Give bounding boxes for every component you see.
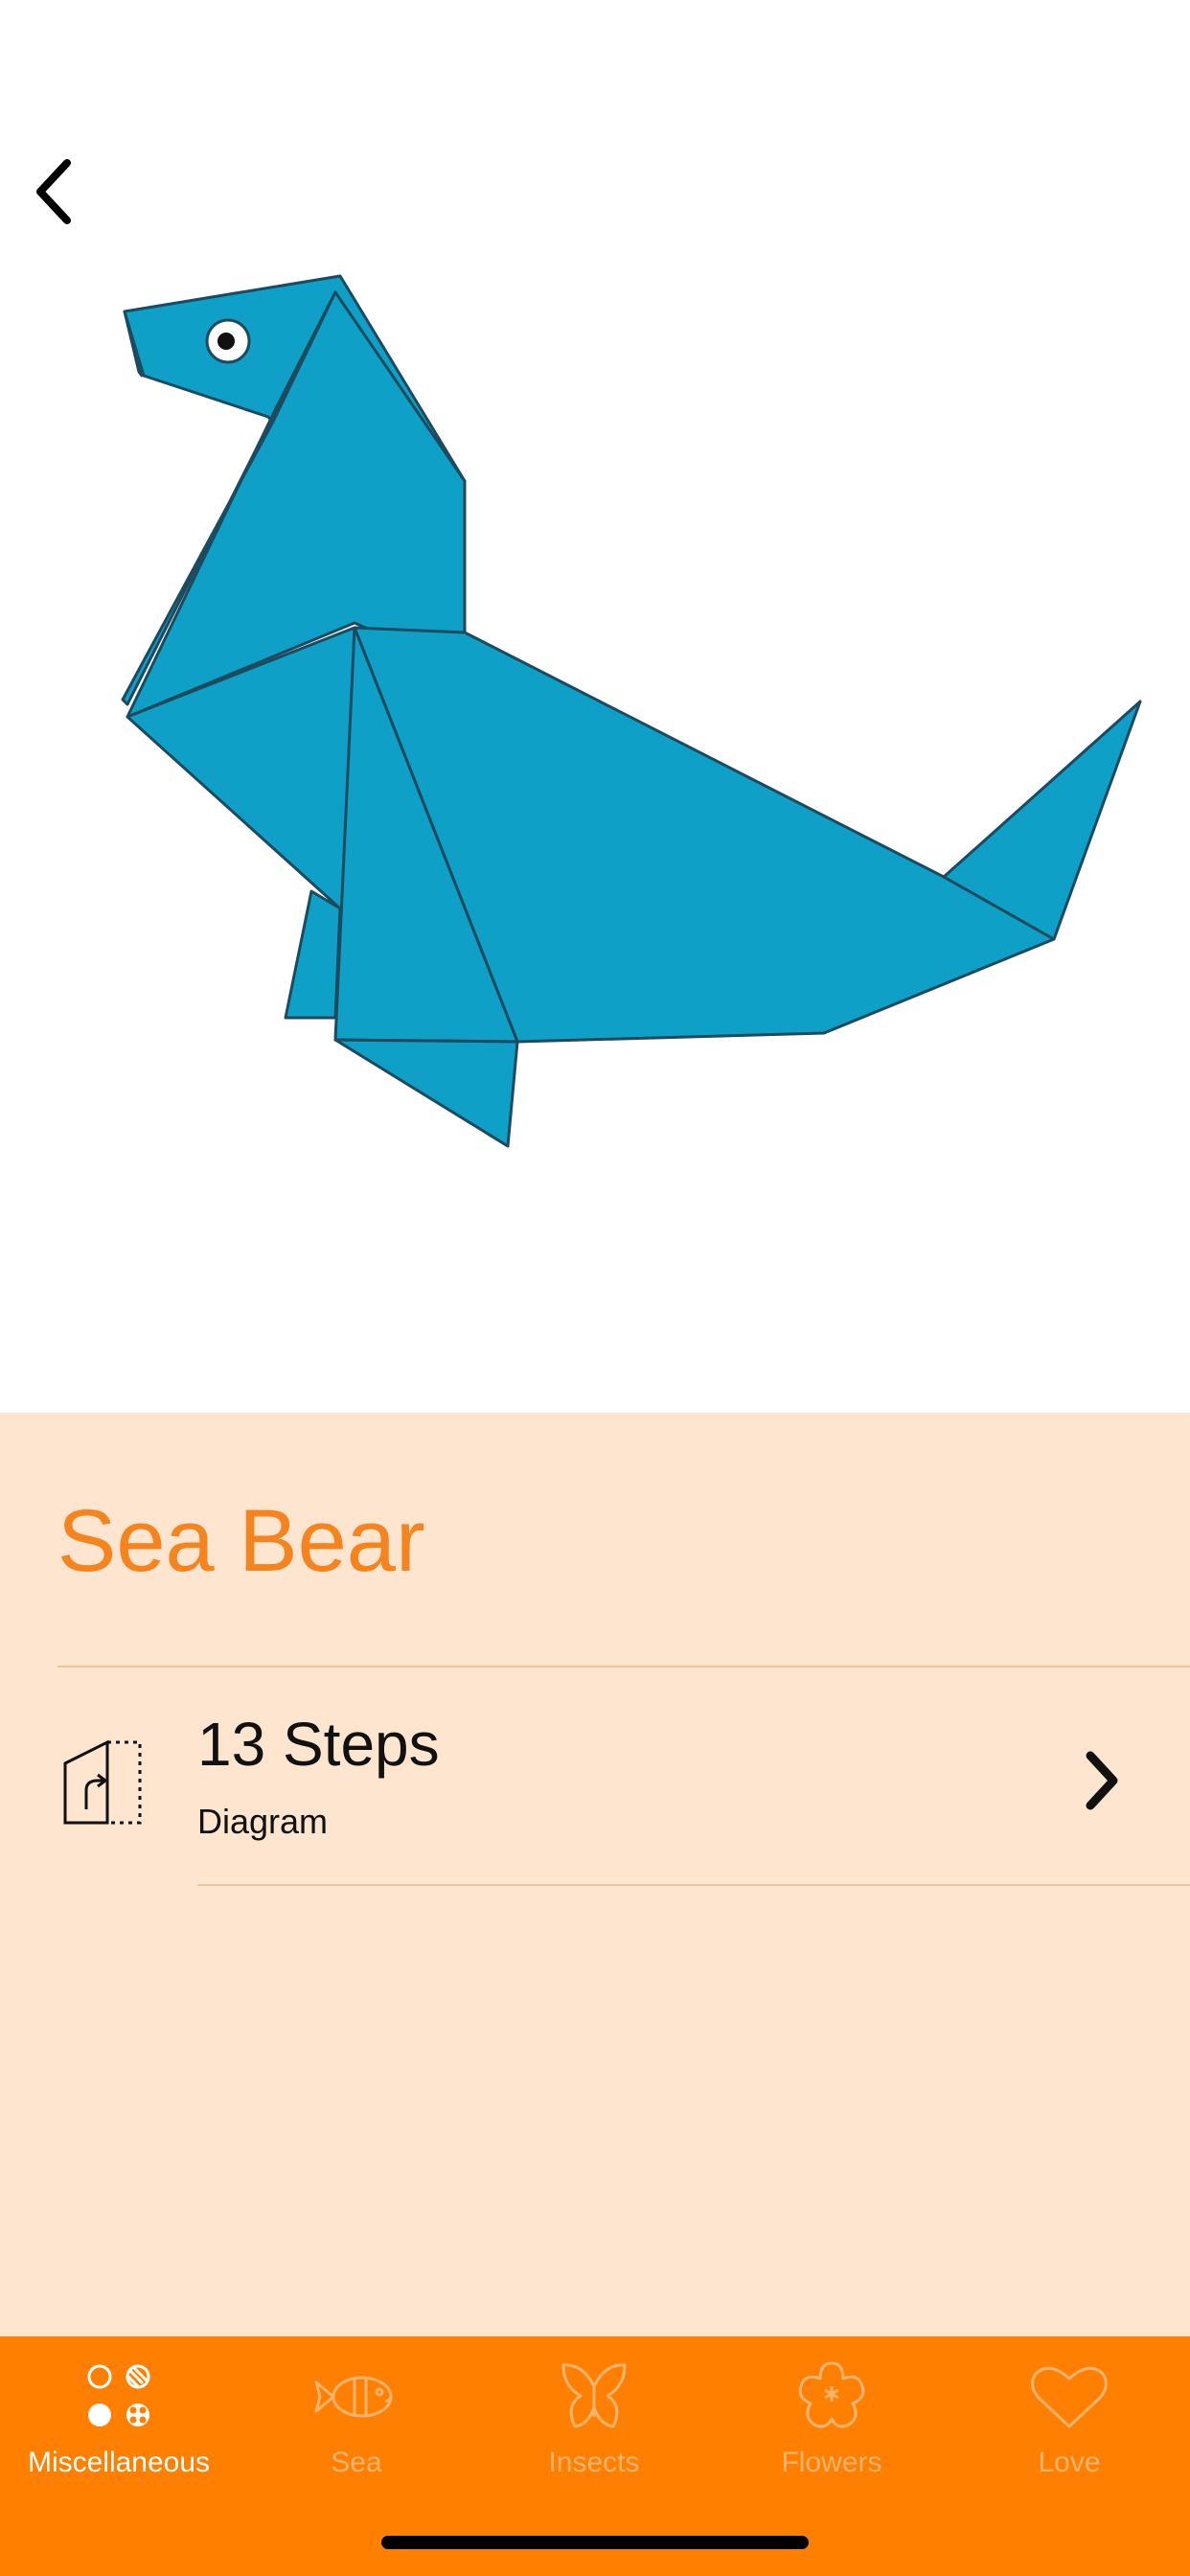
butterfly-icon (546, 2358, 642, 2436)
tab-insects[interactable]: Insects (475, 2336, 713, 2509)
chevron-right-icon (1077, 1742, 1127, 1819)
tab-label: Love (1038, 2447, 1101, 2478)
heart-icon (1021, 2358, 1117, 2436)
tab-miscellaneous[interactable]: Miscellaneous (0, 2336, 238, 2509)
tab-label: Sea (331, 2447, 382, 2478)
tab-love[interactable]: Love (950, 2336, 1188, 2509)
miscellaneous-icon (71, 2358, 167, 2436)
tab-sea[interactable]: Sea (238, 2336, 475, 2509)
back-button[interactable] (17, 144, 94, 240)
hero-area (0, 0, 1190, 1413)
tab-label: Flowers (781, 2447, 882, 2478)
chevron-left-icon (36, 159, 71, 224)
fold-diagram-icon (57, 1735, 146, 1830)
model-title: Sea Bear (57, 1492, 425, 1590)
tab-flowers[interactable]: Flowers (713, 2336, 950, 2509)
divider (197, 1884, 1190, 1886)
tab-label: Miscellaneous (27, 2447, 211, 2478)
diagram-steps-row[interactable]: 13 Steps Diagram (0, 1668, 1190, 1886)
steps-count: 13 Steps (197, 1710, 440, 1779)
home-indicator (381, 2536, 809, 2549)
origami-seal-image (0, 240, 1190, 1198)
flower-icon (784, 2358, 880, 2436)
tab-label: Insects (548, 2447, 640, 2478)
fish-icon (309, 2358, 404, 2436)
steps-subtitle: Diagram (197, 1802, 329, 1841)
